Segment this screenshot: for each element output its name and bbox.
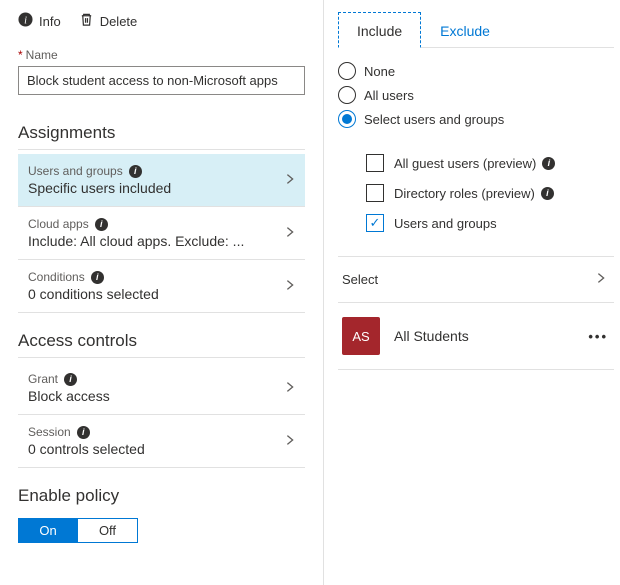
name-field-label: *Name	[18, 48, 305, 62]
radio-none[interactable]: None	[338, 62, 614, 80]
chevron-right-icon	[283, 172, 297, 189]
top-action-bar: i Info Delete	[18, 12, 305, 30]
row-title: Session	[28, 425, 71, 439]
radio-select-users-groups[interactable]: Select users and groups	[338, 110, 614, 128]
tab-include[interactable]: Include	[338, 12, 421, 48]
check-label-text: Users and groups	[394, 216, 497, 231]
info-button[interactable]: i Info	[18, 12, 61, 30]
radio-label: Select users and groups	[364, 112, 504, 127]
info-label: Info	[39, 14, 61, 29]
selected-group-row: AS All Students •••	[338, 303, 614, 370]
chevron-right-icon	[594, 271, 608, 288]
check-label-text: All guest users (preview)	[394, 156, 536, 171]
check-label-text: Directory roles (preview)	[394, 186, 535, 201]
info-icon: i	[91, 271, 104, 284]
more-icon[interactable]: •••	[588, 329, 608, 344]
assignments-users-groups-row[interactable]: Users and groups i Specific users includ…	[18, 154, 305, 207]
row-title: Grant	[28, 372, 58, 386]
required-star: *	[18, 48, 23, 62]
enable-policy-heading: Enable policy	[18, 486, 305, 512]
info-icon: i	[129, 165, 142, 178]
right-pane: Include Exclude None All users Select us…	[324, 0, 620, 585]
policy-name-input[interactable]	[18, 66, 305, 95]
info-icon: i	[18, 12, 33, 30]
row-title: Cloud apps	[28, 217, 89, 231]
group-avatar: AS	[342, 317, 380, 355]
row-subtitle: 0 controls selected	[28, 441, 145, 457]
assignments-conditions-row[interactable]: Conditions i 0 conditions selected	[18, 260, 305, 313]
radio-label: All users	[364, 88, 414, 103]
row-subtitle: Specific users included	[28, 180, 171, 196]
chevron-right-icon	[283, 278, 297, 295]
include-exclude-tabs: Include Exclude	[338, 12, 614, 48]
assignments-heading: Assignments	[18, 123, 305, 150]
delete-button[interactable]: Delete	[79, 12, 138, 30]
group-name: All Students	[394, 328, 574, 344]
assignments-cloud-apps-row[interactable]: Cloud apps i Include: All cloud apps. Ex…	[18, 207, 305, 260]
left-pane: i Info Delete *Name Assignments Users an…	[0, 0, 324, 585]
checkbox-icon: ✓	[366, 214, 384, 232]
info-icon: i	[77, 426, 90, 439]
access-session-row[interactable]: Session i 0 controls selected	[18, 415, 305, 468]
select-label: Select	[342, 272, 378, 287]
radio-icon	[338, 86, 356, 104]
sub-check-group: All guest users (preview) i Directory rol…	[338, 134, 614, 248]
row-subtitle: Include: All cloud apps. Exclude: ...	[28, 233, 244, 249]
row-subtitle: Block access	[28, 388, 110, 404]
check-users-groups[interactable]: ✓ Users and groups	[366, 214, 614, 232]
delete-label: Delete	[100, 14, 138, 29]
info-icon: i	[95, 218, 108, 231]
chevron-right-icon	[283, 380, 297, 397]
row-subtitle: 0 conditions selected	[28, 286, 159, 302]
checkbox-icon	[366, 154, 384, 172]
toggle-on[interactable]: On	[18, 518, 78, 543]
radio-label: None	[364, 64, 395, 79]
access-grant-row[interactable]: Grant i Block access	[18, 362, 305, 415]
info-icon: i	[541, 187, 554, 200]
radio-icon	[338, 110, 356, 128]
row-title: Users and groups	[28, 164, 123, 178]
radio-all-users[interactable]: All users	[338, 86, 614, 104]
tab-exclude[interactable]: Exclude	[421, 12, 509, 47]
radio-icon	[338, 62, 356, 80]
check-guest-users[interactable]: All guest users (preview) i	[366, 154, 614, 172]
access-controls-heading: Access controls	[18, 331, 305, 358]
trash-icon	[79, 12, 94, 30]
info-icon: i	[542, 157, 555, 170]
svg-text:i: i	[24, 15, 27, 26]
toggle-off[interactable]: Off	[78, 518, 138, 543]
chevron-right-icon	[283, 225, 297, 242]
info-icon: i	[64, 373, 77, 386]
row-title: Conditions	[28, 270, 85, 284]
check-directory-roles[interactable]: Directory roles (preview) i	[366, 184, 614, 202]
enable-policy-toggle[interactable]: On Off	[18, 518, 305, 543]
chevron-right-icon	[283, 433, 297, 450]
select-users-button[interactable]: Select	[338, 256, 614, 303]
checkbox-icon	[366, 184, 384, 202]
